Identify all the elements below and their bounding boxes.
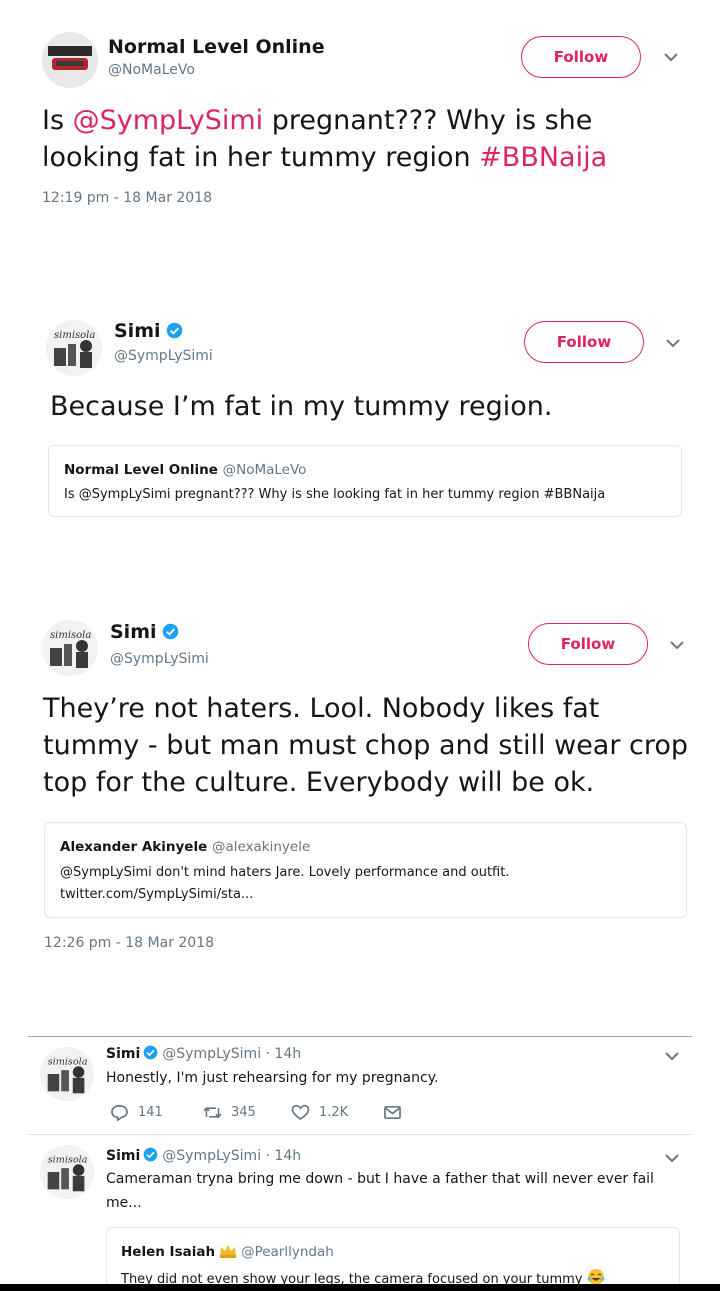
quoted-author-handle: @alexakinyele	[211, 839, 311, 855]
text-part: Is	[42, 105, 73, 136]
quoted-tweet[interactable]: Normal Level Online @NoMaLeVo Is @SympLy…	[48, 445, 682, 517]
bottom-edge	[0, 1284, 720, 1291]
author-handle[interactable]: @SympLySimi	[114, 348, 213, 364]
tweet-normal-level-online: Normal Level Online @NoMaLeVo Follow Is …	[0, 0, 720, 240]
author-name[interactable]: Simi	[110, 621, 179, 643]
svg-text:simisola: simisola	[50, 630, 91, 641]
avatar-simi[interactable]: simisola	[46, 320, 102, 376]
heart-icon	[291, 1104, 310, 1121]
author-name[interactable]: Normal Level Online	[108, 36, 325, 58]
quoted-tweet[interactable]: Helen Isaiah @Pearllyndah They did not ev…	[106, 1227, 680, 1291]
author-line[interactable]: Simi @SympLySimi · 14h	[106, 1045, 301, 1062]
direct-message-button[interactable]	[383, 1104, 411, 1121]
reply-button[interactable]: 141	[110, 1104, 163, 1121]
quoted-author-handle: @Pearllyndah	[241, 1244, 334, 1260]
quoted-tweet[interactable]: Alexander Akinyele @alexakinyele @SympLy…	[44, 822, 687, 918]
reply-count: 141	[138, 1105, 163, 1120]
avatar-normal-level-online[interactable]	[42, 32, 98, 88]
tweet-simi-rehearsing[interactable]: simisola Simi @SympLySimi · 14h Honestly,…	[0, 1037, 720, 1133]
author-name-text: Simi	[114, 320, 161, 342]
author-name: Simi	[106, 1046, 141, 1062]
tweet-text: Honestly, I'm just rehearsing for my pre…	[106, 1070, 439, 1086]
chevron-down-icon[interactable]	[664, 1153, 680, 1163]
reply-icon	[111, 1105, 128, 1121]
author-name: Simi	[106, 1148, 141, 1164]
verified-badge-icon	[166, 322, 183, 339]
timestamp[interactable]: 12:26 pm - 18 Mar 2018	[44, 935, 214, 951]
follow-button[interactable]: Follow	[524, 321, 644, 363]
avatar-simi[interactable]: simisola	[42, 620, 98, 676]
retweet-icon	[203, 1107, 222, 1118]
tweet-text: They’re not haters. Lool. Nobody likes f…	[43, 693, 689, 798]
retweet-count: 345	[231, 1105, 256, 1120]
chevron-down-icon[interactable]	[664, 1051, 680, 1061]
follow-button[interactable]: Follow	[521, 36, 641, 78]
avatar-simi[interactable]: simisola	[40, 1047, 94, 1101]
quoted-author[interactable]: Alexander Akinyele @alexakinyele	[60, 839, 310, 855]
author-handle[interactable]: @SympLySimi	[110, 651, 209, 667]
tweet-simi-haters: simisola Simi @SympLySimi Follow They’re…	[0, 600, 720, 980]
quoted-author-name: Normal Level Online	[64, 462, 218, 478]
author-handle[interactable]: @NoMaLeVo	[108, 62, 195, 78]
mention-link[interactable]: @SympLySimi	[73, 105, 264, 136]
svg-text:simisola: simisola	[54, 330, 95, 341]
quoted-author-handle: @NoMaLeVo	[222, 462, 307, 478]
quoted-author-name: Helen Isaiah	[121, 1244, 216, 1260]
crown-emoji-icon	[219, 1244, 237, 1258]
author-meta: @SympLySimi · 14h	[162, 1148, 302, 1164]
verified-badge-icon	[143, 1045, 158, 1060]
tweet-simi-cameraman[interactable]: simisola Simi @SympLySimi · 14h Cameraman…	[0, 1135, 720, 1291]
chevron-down-icon[interactable]	[669, 640, 685, 650]
author-name[interactable]: Simi	[114, 320, 183, 342]
quoted-link[interactable]: twitter.com/SympLySimi/sta...	[60, 884, 680, 905]
svg-text:simisola: simisola	[48, 1056, 88, 1067]
hashtag-link[interactable]: #BBNaija	[479, 142, 607, 173]
tweet-text: Cameraman tryna bring me down - but I ha…	[106, 1171, 654, 1211]
tweet-simi-reply: simisola Simi @SympLySimi Follow Because…	[0, 300, 720, 540]
author-name-text: Simi	[110, 621, 157, 643]
chevron-down-icon[interactable]	[665, 338, 681, 348]
svg-text:simisola: simisola	[48, 1154, 88, 1165]
quoted-author[interactable]: Normal Level Online @NoMaLeVo	[64, 462, 306, 478]
verified-badge-icon	[162, 623, 179, 640]
like-button[interactable]: 1.2K	[291, 1104, 348, 1121]
quoted-text-line: @SympLySimi don't mind haters Jare. Love…	[60, 865, 510, 880]
author-line[interactable]: Simi @SympLySimi · 14h	[106, 1147, 301, 1164]
tweet-text: Is @SympLySimi pregnant??? Why is she lo…	[42, 102, 662, 176]
like-count: 1.2K	[319, 1105, 349, 1120]
retweet-button[interactable]: 345	[203, 1104, 256, 1121]
verified-badge-icon	[143, 1147, 158, 1162]
quoted-author[interactable]: Helen Isaiah @Pearllyndah	[121, 1244, 334, 1260]
timestamp[interactable]: 12:19 pm - 18 Mar 2018	[42, 190, 212, 206]
author-meta: @SympLySimi · 14h	[162, 1046, 302, 1062]
avatar-simi[interactable]: simisola	[40, 1145, 94, 1199]
envelope-icon	[384, 1105, 401, 1120]
quoted-author-name: Alexander Akinyele	[60, 839, 208, 855]
tweet-text: Because I’m fat in my tummy region.	[50, 391, 553, 422]
quoted-text: Is @SympLySimi pregnant??? Why is she lo…	[64, 487, 606, 502]
chevron-down-icon[interactable]	[663, 52, 679, 62]
follow-button[interactable]: Follow	[528, 623, 648, 665]
